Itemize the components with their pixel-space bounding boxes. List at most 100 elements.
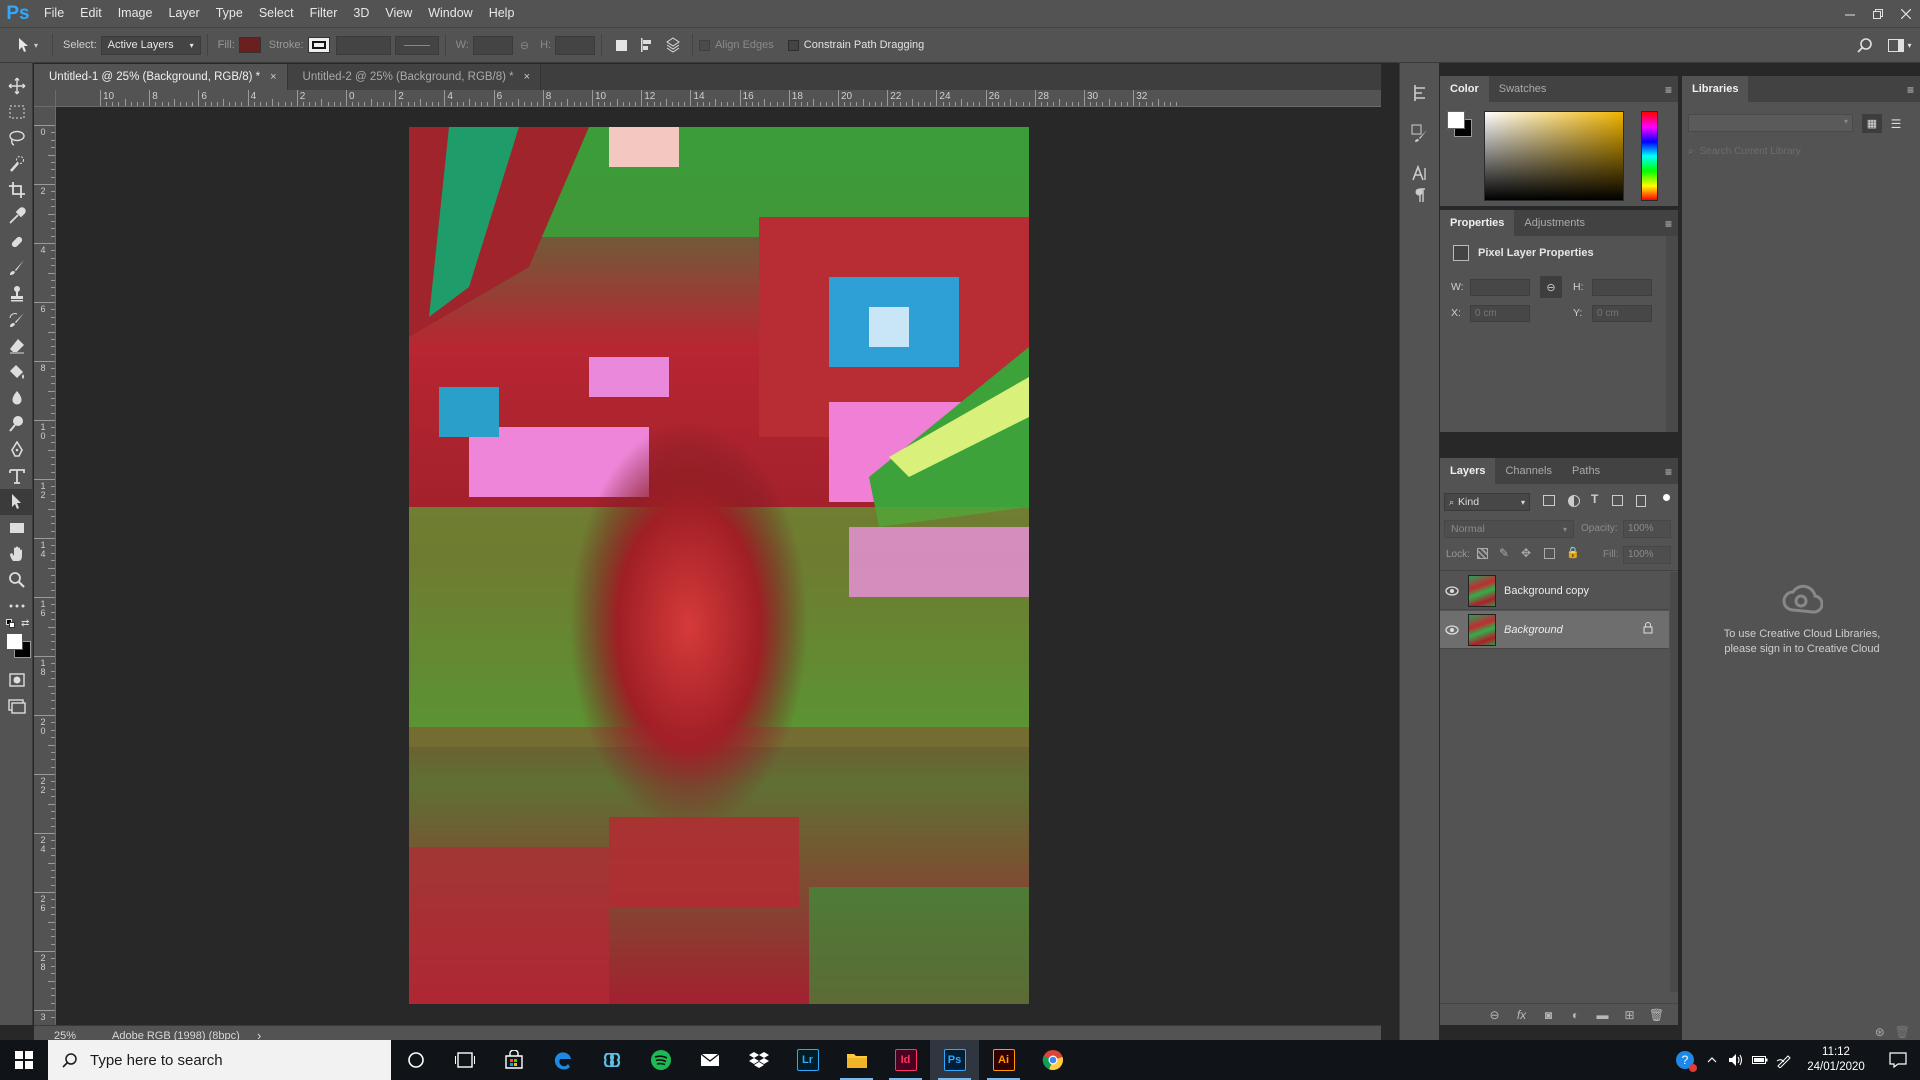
quick-mask-button[interactable]: [0, 667, 33, 693]
tab-channels[interactable]: Channels: [1495, 458, 1561, 484]
document-tab[interactable]: Untitled-1 @ 25% (Background, RGB/8) * ×: [34, 64, 288, 90]
saturation-brightness-field[interactable]: [1484, 111, 1624, 201]
type-tool[interactable]: [0, 463, 33, 489]
filter-type-icon[interactable]: T: [1591, 492, 1598, 506]
clock[interactable]: 11:12 24/01/2020: [1796, 1045, 1876, 1075]
panel-scrollbar[interactable]: [1666, 236, 1678, 432]
close-tab-icon[interactable]: ×: [270, 71, 276, 83]
height-field[interactable]: [1592, 279, 1652, 296]
rectangle-tool[interactable]: [0, 515, 33, 541]
tab-properties[interactable]: Properties: [1440, 210, 1515, 236]
minimize-button[interactable]: [1836, 0, 1864, 27]
tab-adjustments[interactable]: Adjustments: [1514, 210, 1595, 236]
show-hidden-icons-button[interactable]: [1700, 1057, 1724, 1063]
edit-toolbar-button[interactable]: [0, 593, 33, 619]
brush-tool[interactable]: [0, 255, 33, 281]
pen-tool[interactable]: [0, 437, 33, 463]
list-view-icon[interactable]: ☰: [1886, 114, 1906, 133]
menu-image[interactable]: Image: [110, 0, 161, 27]
sync-icon[interactable]: ⊛: [1875, 1025, 1885, 1039]
library-dropdown[interactable]: ▾: [1688, 114, 1853, 132]
menu-filter[interactable]: Filter: [302, 0, 346, 27]
layer-name[interactable]: Background: [1504, 624, 1563, 636]
height-field[interactable]: [555, 35, 596, 55]
stroke-type-dropdown[interactable]: [394, 35, 439, 55]
zoom-tool[interactable]: [0, 567, 33, 593]
swap-colors-icon[interactable]: ⇄: [21, 618, 29, 629]
close-tab-icon[interactable]: ×: [524, 71, 530, 83]
paint-bucket-tool[interactable]: [0, 359, 33, 385]
default-colors-icon[interactable]: [6, 619, 16, 629]
panel-menu-icon[interactable]: ≡: [1907, 83, 1914, 97]
filter-adjustment-icon[interactable]: [1568, 495, 1580, 507]
filter-smart-object-icon[interactable]: [1636, 495, 1646, 507]
tab-paths[interactable]: Paths: [1562, 458, 1610, 484]
link-icon[interactable]: ⊖: [520, 39, 529, 52]
history-brush-tool[interactable]: [0, 307, 33, 333]
eyedropper-tool[interactable]: [0, 203, 33, 229]
trash-icon[interactable]: 🗑: [1643, 1008, 1670, 1022]
new-layer-icon[interactable]: ⊞: [1616, 1008, 1643, 1022]
eraser-tool[interactable]: [0, 333, 33, 359]
restore-button[interactable]: [1864, 0, 1892, 27]
ruler-origin[interactable]: [34, 90, 56, 107]
chrome-button[interactable]: [1028, 1040, 1077, 1080]
foreground-color-swatch[interactable]: [6, 633, 23, 650]
tab-layers[interactable]: Layers: [1440, 458, 1496, 484]
screen-mode-button[interactable]: [0, 693, 33, 719]
layer-style-icon[interactable]: fx: [1508, 1008, 1535, 1022]
stroke-swatch[interactable]: [307, 37, 330, 53]
menu-file[interactable]: File: [36, 0, 72, 27]
spotify-button[interactable]: [636, 1040, 685, 1080]
menu-type[interactable]: Type: [208, 0, 251, 27]
lock-image-icon[interactable]: ✎: [1499, 546, 1509, 560]
lock-position-icon[interactable]: ✥: [1521, 546, 1531, 560]
lock-all-icon[interactable]: 🔒: [1566, 546, 1580, 559]
hue-slider[interactable]: [1641, 111, 1658, 201]
align-edges-checkbox[interactable]: [699, 39, 711, 51]
panel-menu-icon[interactable]: ≡: [1665, 217, 1672, 231]
x-field[interactable]: 0 cm: [1470, 305, 1530, 322]
filter-shape-icon[interactable]: [1612, 495, 1623, 506]
crop-tool[interactable]: [0, 177, 33, 203]
blend-mode-dropdown[interactable]: Normal ▾: [1444, 520, 1574, 538]
document-workspace[interactable]: [56, 107, 1381, 1025]
opacity-field[interactable]: 100%: [1623, 520, 1671, 538]
mail-button[interactable]: [685, 1040, 734, 1080]
menu-edit[interactable]: Edit: [72, 0, 110, 27]
menu-window[interactable]: Window: [420, 0, 480, 27]
foreground-color-chip[interactable]: [1447, 111, 1465, 129]
edge-button[interactable]: [538, 1040, 587, 1080]
dodge-tool[interactable]: [0, 411, 33, 437]
eye-icon[interactable]: [1440, 585, 1464, 596]
paragraph-panel-button[interactable]: [1400, 181, 1440, 209]
illustrator-button[interactable]: Ai: [979, 1040, 1028, 1080]
menu-view[interactable]: View: [377, 0, 420, 27]
lock-artboard-icon[interactable]: [1544, 548, 1555, 559]
menu-select[interactable]: Select: [251, 0, 302, 27]
task-view-button[interactable]: [440, 1040, 489, 1080]
layers-scrollbar[interactable]: [1670, 572, 1678, 992]
tab-swatches[interactable]: Swatches: [1489, 76, 1557, 102]
panel-menu-icon[interactable]: ≡: [1665, 83, 1672, 97]
help-tray-button[interactable]: ?: [1670, 1040, 1700, 1080]
quick-selection-tool[interactable]: [0, 151, 33, 177]
document-tab[interactable]: Untitled-2 @ 25% (Background, RGB/8) * ×: [287, 64, 542, 90]
width-field[interactable]: [1470, 279, 1530, 296]
path-selection-tool[interactable]: [0, 489, 33, 515]
history-panel-button[interactable]: [1400, 73, 1440, 113]
stroke-width-field[interactable]: [335, 35, 391, 55]
vertical-ruler[interactable]: 02468101214161820222426283: [34, 107, 56, 1025]
panel-menu-icon[interactable]: ≡: [1665, 465, 1672, 479]
path-arrangement-button[interactable]: [660, 37, 686, 53]
layer-name[interactable]: Background copy: [1504, 585, 1589, 597]
indesign-button[interactable]: Id: [881, 1040, 930, 1080]
select-dropdown[interactable]: Active Layers ▾: [100, 35, 201, 55]
clone-stamp-tool[interactable]: [0, 281, 33, 307]
filter-toggle-icon[interactable]: [1663, 494, 1670, 501]
constrain-path-checkbox[interactable]: [787, 39, 799, 51]
filter-pixel-icon[interactable]: [1543, 495, 1555, 506]
taskbar-search-box[interactable]: Type here to search: [48, 1040, 391, 1080]
action-center-button[interactable]: [1876, 1052, 1920, 1068]
horizontal-ruler[interactable]: 10 8 6 4 2 0 2 4 6 8 10 12 14 16 18 20 22 24 26 28 30 32: [56, 90, 1381, 107]
